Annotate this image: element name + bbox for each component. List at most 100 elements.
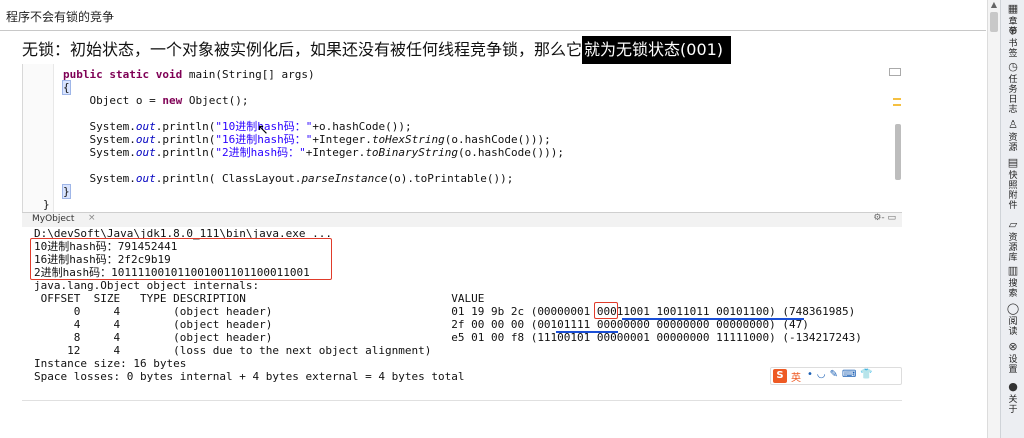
- code-lines: public static void main(String[] args) {…: [43, 68, 564, 211]
- editor-warning-marker[interactable]: [893, 98, 901, 100]
- hash-bits-underline: [556, 331, 618, 333]
- sidebar-item-label: 书签: [1008, 39, 1018, 59]
- divider: [22, 400, 902, 401]
- read-icon: ◯: [1006, 302, 1020, 315]
- snapshot-icon: ▤: [1007, 156, 1019, 169]
- code-field: out: [135, 120, 156, 133]
- sidebar-item-label: 资源: [1008, 133, 1018, 153]
- console-row: 0 4 (object header) 01 19 9b 2c (0000000…: [34, 305, 856, 318]
- code-text: .println( ClassLayout.: [155, 172, 302, 185]
- console-row: 12 4 (loss due to the next object alignm…: [34, 344, 432, 357]
- editor-scrollbar[interactable]: [895, 124, 901, 180]
- sidebar-item-search[interactable]: ▥ 搜索: [1001, 264, 1024, 299]
- clock-icon: ◷: [1008, 60, 1018, 73]
- document-title: 程序不会有锁的竞争: [6, 10, 115, 24]
- console-internals: java.lang.Object object internals:: [34, 279, 260, 292]
- heading-highlight: 就为无锁状态(001): [582, 36, 732, 65]
- hash-bits-underline: [622, 318, 804, 320]
- code-brace: }: [62, 184, 71, 199]
- code-text: System.: [63, 133, 136, 146]
- close-icon[interactable]: ×: [88, 213, 96, 223]
- code-text: +Integer.: [305, 146, 366, 159]
- sidebar-item-snapshots[interactable]: ▤ 快照附件: [1001, 156, 1024, 211]
- console-table-header: OFFSET SIZE TYPE DESCRIPTION VALUE: [34, 292, 485, 305]
- sidebar-item-settings[interactable]: ⊗ 设置: [1001, 340, 1024, 375]
- code-text: System.: [63, 146, 136, 159]
- mouse-cursor-icon: ↖: [257, 122, 269, 138]
- code-text: (o.hashCode()));: [444, 133, 551, 146]
- code-keyword: new: [162, 94, 183, 107]
- code-method: toHexString: [371, 133, 445, 146]
- search-icon: ▥: [1007, 264, 1019, 277]
- lock-bits-annotation-box: [594, 302, 618, 319]
- settings-icon: ⊗: [1008, 340, 1018, 353]
- code-string: "2进制hash码：": [215, 146, 306, 159]
- code-text: .println(: [155, 146, 216, 159]
- sidebar-item-label: 资源库: [1008, 233, 1018, 263]
- note-heading: 无锁：初始状态，一个对象被实例化后，如果还没有被任何线程竞争锁，那么它 就为无锁状…: [22, 36, 732, 65]
- scroll-up-icon[interactable]: ▲: [988, 0, 1000, 10]
- code-text: System.: [63, 172, 136, 185]
- code-method: toBinaryString: [365, 146, 459, 159]
- sidebar-item-label: 任务日志: [1008, 75, 1018, 115]
- person-icon: ♙: [1008, 118, 1018, 131]
- sidebar-item-read[interactable]: ◯ 阅读: [1001, 302, 1024, 337]
- code-line: System.out.println("2进制hash码："+Integer.t…: [63, 146, 564, 159]
- sidebar-item-library[interactable]: ▱ 资源库: [1001, 218, 1024, 263]
- sidebar-item-resources[interactable]: ♙ 资源: [1001, 118, 1024, 153]
- sidebar-item-label: 搜索: [1008, 279, 1018, 299]
- input-method-toolbar[interactable]: S 英 •◡✎⌨👕: [770, 367, 902, 385]
- code-editor[interactable]: public static void main(String[] args) {…: [22, 64, 903, 214]
- sidebar-item-label: 设置: [1008, 355, 1018, 375]
- library-icon: ▱: [1008, 218, 1018, 231]
- code-field: out: [135, 172, 156, 185]
- code-text: +o.hashCode());: [312, 120, 412, 133]
- ime-language-toggle[interactable]: 英: [791, 369, 801, 384]
- editor-warning-marker[interactable]: [893, 104, 901, 106]
- sidebar-item-task-log[interactable]: ◷ 任务日志: [1001, 60, 1024, 115]
- editor-gutter: [23, 64, 54, 214]
- tab-myobject[interactable]: MyObject: [32, 214, 74, 224]
- right-sidebar: ▦ 章节 ⊕ 书签 ◷ 任务日志 ♙ 资源 ▤ 快照附件 ▱ 资源库 ▥ 搜索 …: [1000, 0, 1024, 438]
- code-keyword: public static void: [63, 68, 183, 81]
- code-line: }: [43, 198, 50, 211]
- scroll-thumb[interactable]: [990, 12, 998, 32]
- code-field: out: [135, 146, 156, 159]
- console-row: 8 4 (object header) e5 01 00 f8 (1110010…: [34, 331, 862, 344]
- chapters-icon: ▦: [1007, 2, 1019, 15]
- bookmark-icon: ⊕: [1008, 24, 1018, 37]
- ime-logo-icon: S: [773, 369, 787, 383]
- sidebar-item-label: 阅读: [1008, 317, 1018, 337]
- code-line: public static void main(String[] args): [63, 68, 564, 81]
- sidebar-item-about[interactable]: ● 关于: [1001, 380, 1024, 415]
- code-brace: {: [62, 80, 71, 95]
- sidebar-item-bookmarks[interactable]: ⊕ 书签: [1001, 24, 1024, 59]
- code-text: System.: [63, 120, 136, 133]
- code-method: parseInstance: [301, 172, 388, 185]
- code-field: out: [135, 133, 156, 146]
- ime-tools-icon[interactable]: •◡✎⌨👕: [807, 369, 877, 380]
- sidebar-item-label: 关于: [1008, 395, 1018, 415]
- code-line: System.out.println( ClassLayout.parseIns…: [63, 172, 564, 185]
- hash-annotation-box: [30, 238, 332, 280]
- console-row: 4 4 (object header) 2f 00 00 00 (0010111…: [34, 318, 809, 331]
- code-text: .println(: [155, 120, 216, 133]
- editor-overview-marker[interactable]: [889, 68, 901, 76]
- code-text: Object();: [182, 94, 249, 107]
- code-line: System.out.println("16进制hash码："+Integer.…: [63, 133, 564, 146]
- console-tab-bar: MyObject × ⚙- ▭: [22, 212, 902, 228]
- code-text: .println(: [155, 133, 216, 146]
- code-text: (o.hashCode()));: [458, 146, 564, 159]
- console-space-losses: Space losses: 0 bytes internal + 4 bytes…: [34, 370, 465, 383]
- code-text: main(String[] args): [182, 68, 315, 81]
- info-icon: ●: [1008, 380, 1018, 393]
- document-title-bar: 程序不会有锁的竞争: [0, 0, 986, 31]
- code-text: Object o =: [63, 94, 163, 107]
- heading-text: 无锁：初始状态，一个对象被实例化后，如果还没有被任何线程竞争锁，那么它: [22, 40, 583, 59]
- console-settings-icon[interactable]: ⚙- ▭: [873, 213, 896, 223]
- page-scrollbar[interactable]: ▲: [987, 0, 1000, 438]
- code-text: (o).toPrintable());: [387, 172, 514, 185]
- sidebar-item-label: 快照附件: [1008, 171, 1018, 211]
